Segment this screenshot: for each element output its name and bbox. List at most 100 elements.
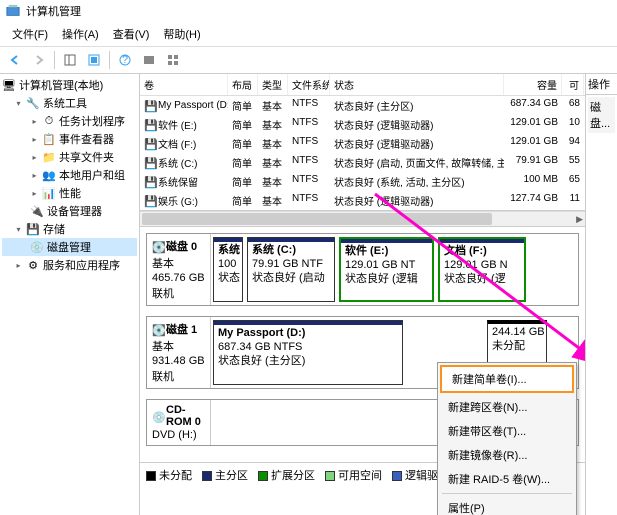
menu-new-simple-volume[interactable]: 新建简单卷(I)...	[440, 365, 574, 393]
disk-0-info: 💽磁盘 0 基本 465.76 GB 联机	[147, 234, 211, 305]
col-volume[interactable]: 卷	[140, 74, 228, 95]
volume-icon: 💾	[144, 138, 155, 149]
tree-disk-management[interactable]: 💿 磁盘管理	[2, 238, 137, 256]
scroll-right-icon[interactable]: ▶	[576, 214, 583, 225]
volume-row[interactable]: 💾娱乐 (G:)简单基本NTFS状态良好 (逻辑驱动器)127.74 GB11	[140, 191, 585, 210]
tree-event-viewer[interactable]: ▸ 📋 事件查看器	[2, 130, 137, 148]
center-panel: 卷 布局 类型 文件系统 状态 容量 可 💾My Passport (D:)简单…	[140, 74, 585, 515]
legend-unallocated: 未分配	[146, 467, 192, 483]
menu-separator	[442, 493, 572, 494]
expand-icon[interactable]: ▸	[30, 153, 39, 162]
tree-task-scheduler[interactable]: ▸ ⏱ 任务计划程序	[2, 112, 137, 130]
partition-c[interactable]: 系统 (C:) 79.91 GB NTF 状态良好 (启动	[247, 237, 335, 302]
tree-shared-folders[interactable]: ▸ 📁 共享文件夹	[2, 148, 137, 166]
perf-icon: 📊	[42, 186, 56, 200]
tree-services-apps[interactable]: ▸ ⚙ 服务和应用程序	[2, 256, 137, 274]
col-filesystem[interactable]: 文件系统	[288, 74, 330, 95]
volume-row[interactable]: 💾系统 (C:)简单基本NTFS状态良好 (启动, 页面文件, 故障转储, 主分…	[140, 153, 585, 172]
forward-button[interactable]	[28, 50, 50, 70]
expand-icon[interactable]: ▸	[30, 135, 39, 144]
volume-icon: 💾	[144, 195, 155, 206]
menu-new-raid5-volume[interactable]: 新建 RAID-5 卷(W)...	[438, 467, 576, 491]
settings-button[interactable]	[138, 50, 160, 70]
partition-system-reserved[interactable]: 系统 100 状态	[213, 237, 243, 302]
volume-icon: 💾	[144, 157, 155, 168]
partition-f[interactable]: 文档 (F:) 129.01 GB N 状态良好 (逻	[438, 237, 526, 302]
computer-icon: 🖥	[2, 78, 16, 92]
actions-item[interactable]: 磁盘...	[588, 97, 615, 133]
menu-help[interactable]: 帮助(H)	[157, 24, 206, 44]
col-type[interactable]: 类型	[258, 74, 288, 95]
svg-text:?: ?	[122, 54, 128, 66]
volume-table: 卷 布局 类型 文件系统 状态 容量 可 💾My Passport (D:)简单…	[140, 74, 585, 211]
show-hide-button[interactable]	[59, 50, 81, 70]
tree-local-users[interactable]: ▸ 👥 本地用户和组	[2, 166, 137, 184]
window-title: 计算机管理	[26, 3, 81, 19]
col-status[interactable]: 状态	[330, 74, 504, 95]
tree-panel[interactable]: 🖥 计算机管理(本地) ▾ 🔧 系统工具 ▸ ⏱ 任务计划程序 ▸ 📋 事件查看…	[0, 74, 140, 515]
disk-icon: 💽	[152, 241, 163, 252]
services-icon: ⚙	[26, 258, 40, 272]
clock-icon: ⏱	[42, 114, 56, 128]
disk-icon: 💿	[30, 240, 44, 254]
back-button[interactable]	[4, 50, 26, 70]
volume-row[interactable]: 💾文档 (F:)简单基本NTFS状态良好 (逻辑驱动器)129.01 GB94	[140, 134, 585, 153]
col-free[interactable]: 可	[562, 74, 584, 95]
volume-row[interactable]: 💾My Passport (D:)简单基本NTFS状态良好 (主分区)687.3…	[140, 96, 585, 115]
menu-file[interactable]: 文件(F)	[6, 24, 54, 44]
context-menu: 新建简单卷(I)... 新建跨区卷(N)... 新建带区卷(T)... 新建镜像…	[437, 362, 577, 515]
partition-e[interactable]: 软件 (E:) 129.01 GB NT 状态良好 (逻辑	[339, 237, 434, 302]
refresh-button[interactable]	[83, 50, 105, 70]
expand-icon[interactable]: ▸	[30, 189, 39, 198]
tree-performance[interactable]: ▸ 📊 性能	[2, 184, 137, 202]
col-capacity[interactable]: 容量	[504, 74, 562, 95]
disk-0-row[interactable]: 💽磁盘 0 基本 465.76 GB 联机 系统 100 状态 系统 (C:)	[146, 233, 579, 306]
legend-primary: 主分区	[202, 467, 248, 483]
main-area: 🖥 计算机管理(本地) ▾ 🔧 系统工具 ▸ ⏱ 任务计划程序 ▸ 📋 事件查看…	[0, 74, 617, 515]
partition-d[interactable]: My Passport (D:) 687.34 GB NTFS 状态良好 (主分…	[213, 320, 403, 385]
volume-row[interactable]: 💾软件 (E:)简单基本NTFS状态良好 (逻辑驱动器)129.01 GB10	[140, 115, 585, 134]
menu-new-mirrored-volume[interactable]: 新建镜像卷(R)...	[438, 443, 576, 467]
folder-share-icon: 📁	[42, 150, 56, 164]
disk-1-info: 💽磁盘 1 基本 931.48 GB 联机	[147, 317, 211, 388]
tree-system-tools[interactable]: ▾ 🔧 系统工具	[2, 94, 137, 112]
tree-device-manager[interactable]: 🔌 设备管理器	[2, 202, 137, 220]
expand-icon[interactable]: ▸	[30, 117, 39, 126]
volume-table-header: 卷 布局 类型 文件系统 状态 容量 可	[140, 74, 585, 96]
event-icon: 📋	[42, 132, 56, 146]
title-bar: 计算机管理	[0, 0, 617, 22]
disk-icon: 💽	[152, 324, 163, 335]
device-icon: 🔌	[30, 204, 44, 218]
actions-panel: 操作 磁盘...	[585, 74, 617, 515]
scrollbar-thumb[interactable]	[142, 213, 492, 225]
tree-storage[interactable]: ▾ 💾 存储	[2, 220, 137, 238]
collapse-icon[interactable]: ▾	[14, 225, 23, 234]
expand-icon[interactable]: ▸	[14, 261, 23, 270]
menu-properties[interactable]: 属性(P)	[438, 496, 576, 515]
app-icon	[6, 4, 20, 18]
volume-icon: 💾	[144, 100, 155, 111]
menu-new-striped-volume[interactable]: 新建带区卷(T)...	[438, 419, 576, 443]
wrench-icon: 🔧	[26, 96, 40, 110]
volume-icon: 💾	[144, 176, 155, 187]
menu-view[interactable]: 查看(V)	[107, 24, 156, 44]
help-button[interactable]: ?	[114, 50, 136, 70]
view-options-button[interactable]	[162, 50, 184, 70]
storage-icon: 💾	[26, 222, 40, 236]
tree-root[interactable]: 🖥 计算机管理(本地)	[2, 76, 137, 94]
volume-row[interactable]: 💾系统保留简单基本NTFS状态良好 (系统, 活动, 主分区)100 MB65	[140, 172, 585, 191]
expand-icon[interactable]: ▸	[30, 171, 39, 180]
horizontal-scrollbar[interactable]: ▶	[140, 211, 585, 227]
toolbar: ?	[0, 47, 617, 74]
col-layout[interactable]: 布局	[228, 74, 258, 95]
legend-free: 可用空间	[325, 467, 382, 483]
users-icon: 👥	[42, 168, 56, 182]
cdrom-info: 💿CD-ROM 0 DVD (H:)	[147, 400, 211, 445]
collapse-icon[interactable]: ▾	[14, 99, 23, 108]
menu-action[interactable]: 操作(A)	[56, 24, 105, 44]
menu-bar: 文件(F) 操作(A) 查看(V) 帮助(H)	[0, 22, 617, 47]
menu-new-spanned-volume[interactable]: 新建跨区卷(N)...	[438, 395, 576, 419]
cd-icon: 💿	[152, 411, 163, 422]
legend-extended: 扩展分区	[258, 467, 315, 483]
volume-icon: 💾	[144, 119, 155, 130]
